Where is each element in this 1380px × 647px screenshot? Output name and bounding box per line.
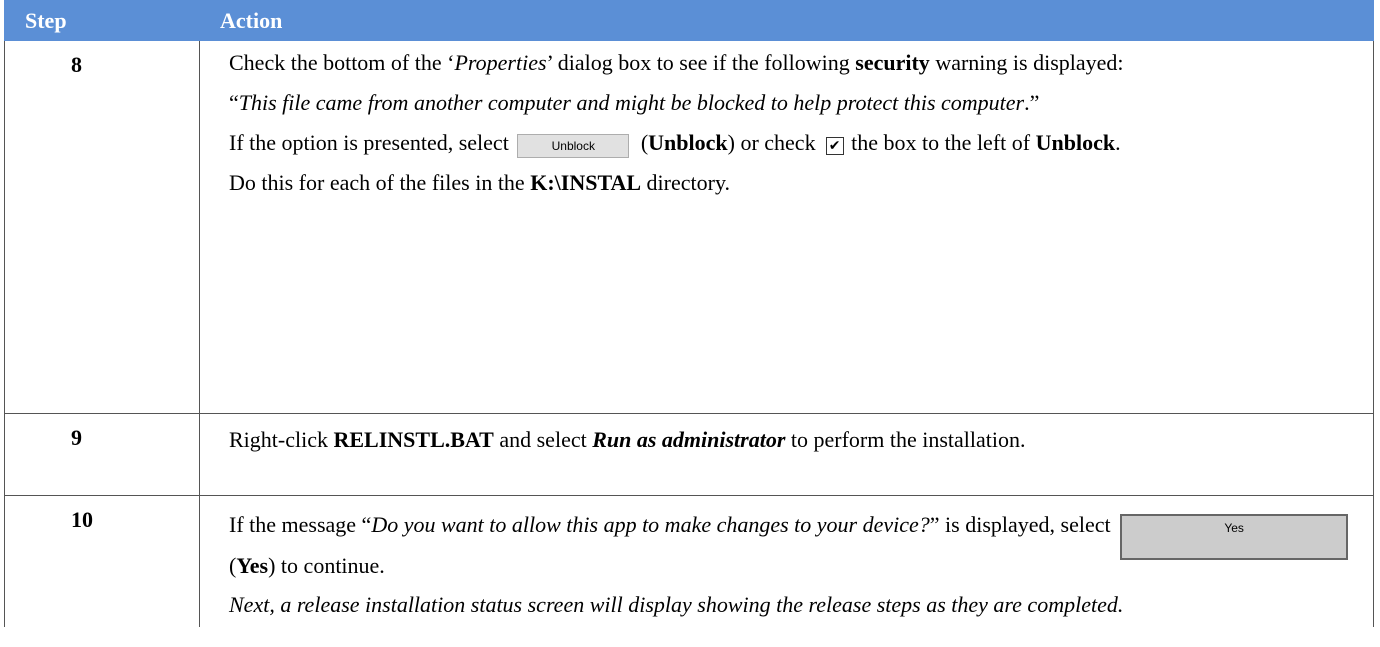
text: warning is displayed: [929, 50, 1124, 75]
unblock-term: Unblock [1035, 130, 1116, 155]
paragraph: If the message “Do you want to allow thi… [229, 505, 1363, 586]
paragraph: Next, a release installation status scre… [229, 592, 1124, 617]
directory-path: K:\INSTAL [530, 170, 642, 195]
text: Right-click [229, 427, 334, 452]
text: ” is displayed, select [929, 512, 1111, 537]
paragraph: “This file came from another computer an… [229, 90, 1363, 116]
paragraph: Do this for each of the files in the K:\… [229, 170, 1363, 196]
properties-term: Properties [454, 50, 547, 75]
table-row: 8 Check the bottom of the ‘Properties’ d… [4, 40, 1374, 414]
text: ) or check [727, 130, 816, 155]
paragraph: If the option is presented, select Unblo… [229, 130, 1363, 158]
steps-table: Step Action 8 Check the bottom of the ‘P… [4, 0, 1374, 627]
text: If the message “ [229, 512, 372, 537]
uac-message: Do you want to allow this app to make ch… [371, 512, 930, 537]
header-action: Action [199, 0, 1374, 41]
text: .” [1024, 90, 1040, 115]
table-row: 9 Right-click RELINSTL.BAT and select Ru… [4, 413, 1374, 496]
step-number: 10 [4, 495, 200, 627]
security-term: security [855, 50, 930, 75]
step-action: If the message “Do you want to allow thi… [199, 495, 1374, 627]
paragraph: Check the bottom of the ‘Properties’ dia… [229, 50, 1363, 76]
table-header-row: Step Action [4, 0, 1374, 41]
text: to perform the installation. [785, 427, 1026, 452]
batch-file-name: RELINSTL.BAT [333, 427, 494, 452]
text: Do this for each of the files in the [229, 170, 531, 195]
procedure-page: Step Action 8 Check the bottom of the ‘P… [0, 0, 1380, 647]
step-number: 8 [4, 40, 200, 414]
text: ) to continue. [268, 553, 385, 578]
step-number: 9 [4, 413, 200, 496]
text: the box to the left of [851, 130, 1036, 155]
text: Check the bottom of the ‘ [229, 50, 455, 75]
header-step: Step [4, 0, 200, 41]
text: and select [493, 427, 593, 452]
text: . [1115, 130, 1121, 155]
paragraph: Right-click RELINSTL.BAT and select Run … [229, 427, 1363, 453]
step-action: Right-click RELINSTL.BAT and select Run … [199, 413, 1374, 496]
yes-term: Yes [236, 553, 269, 578]
checked-checkbox-icon: ✔ [825, 137, 844, 155]
yes-button[interactable]: Yes [1120, 514, 1349, 560]
run-as-admin-term: Run as administrator [592, 427, 786, 452]
warning-message: This file came from another computer and… [238, 90, 1025, 115]
unblock-button[interactable]: Unblock [517, 134, 630, 158]
text: ’ dialog box to see if the following [546, 50, 856, 75]
text: If the option is presented, select [229, 130, 509, 155]
table-row: 10 If the message “Do you want to allow … [4, 495, 1374, 627]
unblock-term: Unblock [648, 130, 728, 155]
text: directory. [641, 170, 731, 195]
text: “ [229, 90, 239, 115]
step-action: Check the bottom of the ‘Properties’ dia… [199, 40, 1374, 414]
